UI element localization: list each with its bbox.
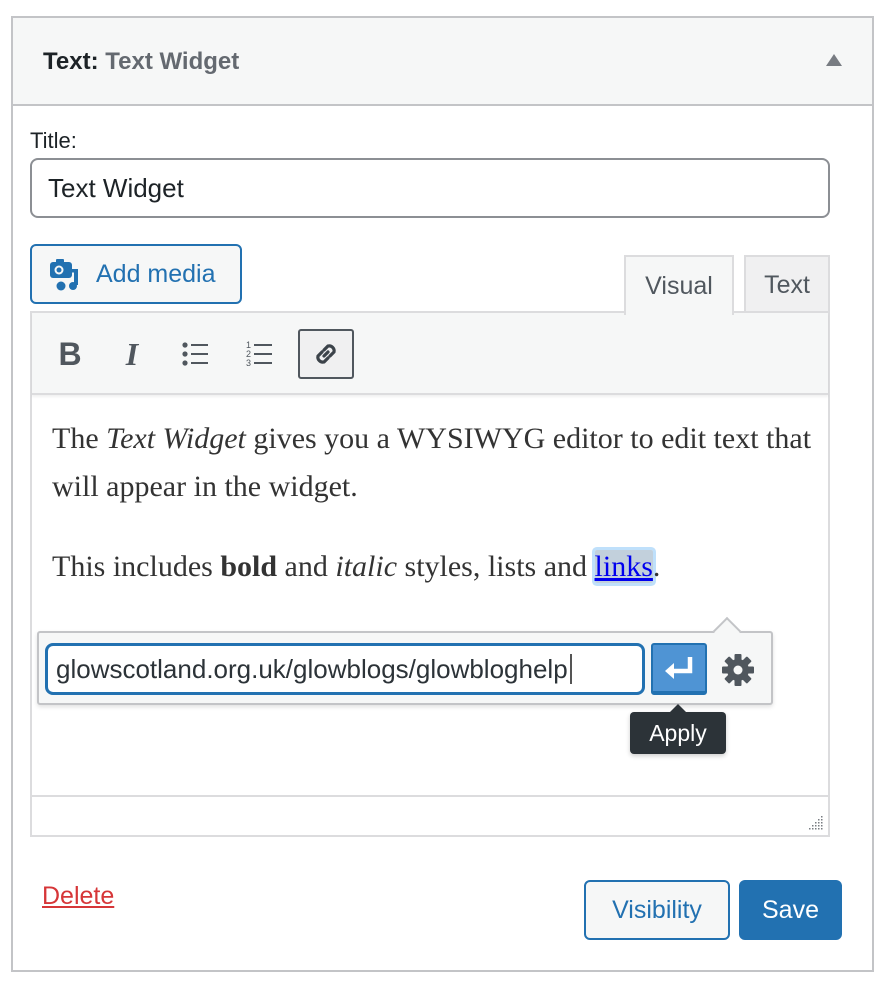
delete-link[interactable]: Delete [42,882,114,911]
title-label: Title: [30,128,77,153]
bold-button[interactable]: B [42,329,98,379]
content-paragraph: The Text Widget gives you a WYSIWYG edit… [52,415,812,511]
italic-button[interactable]: I [104,329,160,379]
link-icon [316,344,336,364]
link-url-value: glowscotland.org.uk/glowblogs/glowbloghe… [56,653,568,684]
bulleted-list-icon [182,342,208,366]
inline-link-toolbar: glowscotland.org.uk/glowblogs/glowbloghe… [37,616,773,705]
widget-type: Text [43,48,91,75]
numbered-list-icon: 1 2 3 [246,340,272,368]
apply-link-button[interactable] [651,643,707,695]
editor-content[interactable]: The Text Widget gives you a WYSIWYG edit… [52,415,812,623]
arrow-up-icon[interactable] [826,54,842,66]
enter-icon [665,657,693,679]
italic-icon: I [125,335,139,372]
save-button[interactable]: Save [739,880,842,940]
visibility-button[interactable]: Visibility [584,880,730,940]
rich-text-editor: B I 1 2 3 The Text Widget gives you a WY… [30,311,830,837]
content-paragraph: This includes bold and italic styles, li… [52,543,812,591]
gear-icon [722,654,754,686]
svg-text:3: 3 [246,358,251,368]
italic-text: Text Widget [106,422,246,455]
bulleted-list-button[interactable] [168,329,224,379]
italic-text: italic [335,550,398,583]
link-button[interactable] [298,329,354,379]
widget-header[interactable]: Text: Text Widget [13,18,872,106]
selected-link[interactable]: links [594,550,653,583]
editor-toolbar: B I 1 2 3 [32,313,828,395]
editor-statusbar [32,795,828,835]
tab-text[interactable]: Text [744,255,830,313]
text-run: This includes [52,550,221,583]
title-input[interactable] [30,158,830,218]
text-run: styles, lists and [397,550,595,583]
text-caret [569,654,572,684]
tab-visual[interactable]: Visual [624,255,734,315]
resize-handle-icon[interactable] [806,813,824,831]
link-url-input[interactable]: glowscotland.org.uk/glowblogs/glowbloghe… [45,643,645,695]
text-run: and [277,550,336,583]
link-settings-button[interactable] [719,651,757,689]
text-run: . [652,550,661,583]
widget-title: Text: Text Widget [43,48,239,76]
bold-text: bold [220,550,278,583]
add-media-label: Add media [96,259,216,288]
add-media-button[interactable]: Add media [30,244,242,304]
title-colon: : [90,48,99,75]
apply-tooltip: Apply [630,704,726,754]
widget-instance-title: Text Widget [105,48,240,75]
media-icon [50,259,78,291]
text-run: The [52,422,107,455]
numbered-list-button[interactable]: 1 2 3 [232,329,288,379]
bold-icon: B [58,335,82,372]
